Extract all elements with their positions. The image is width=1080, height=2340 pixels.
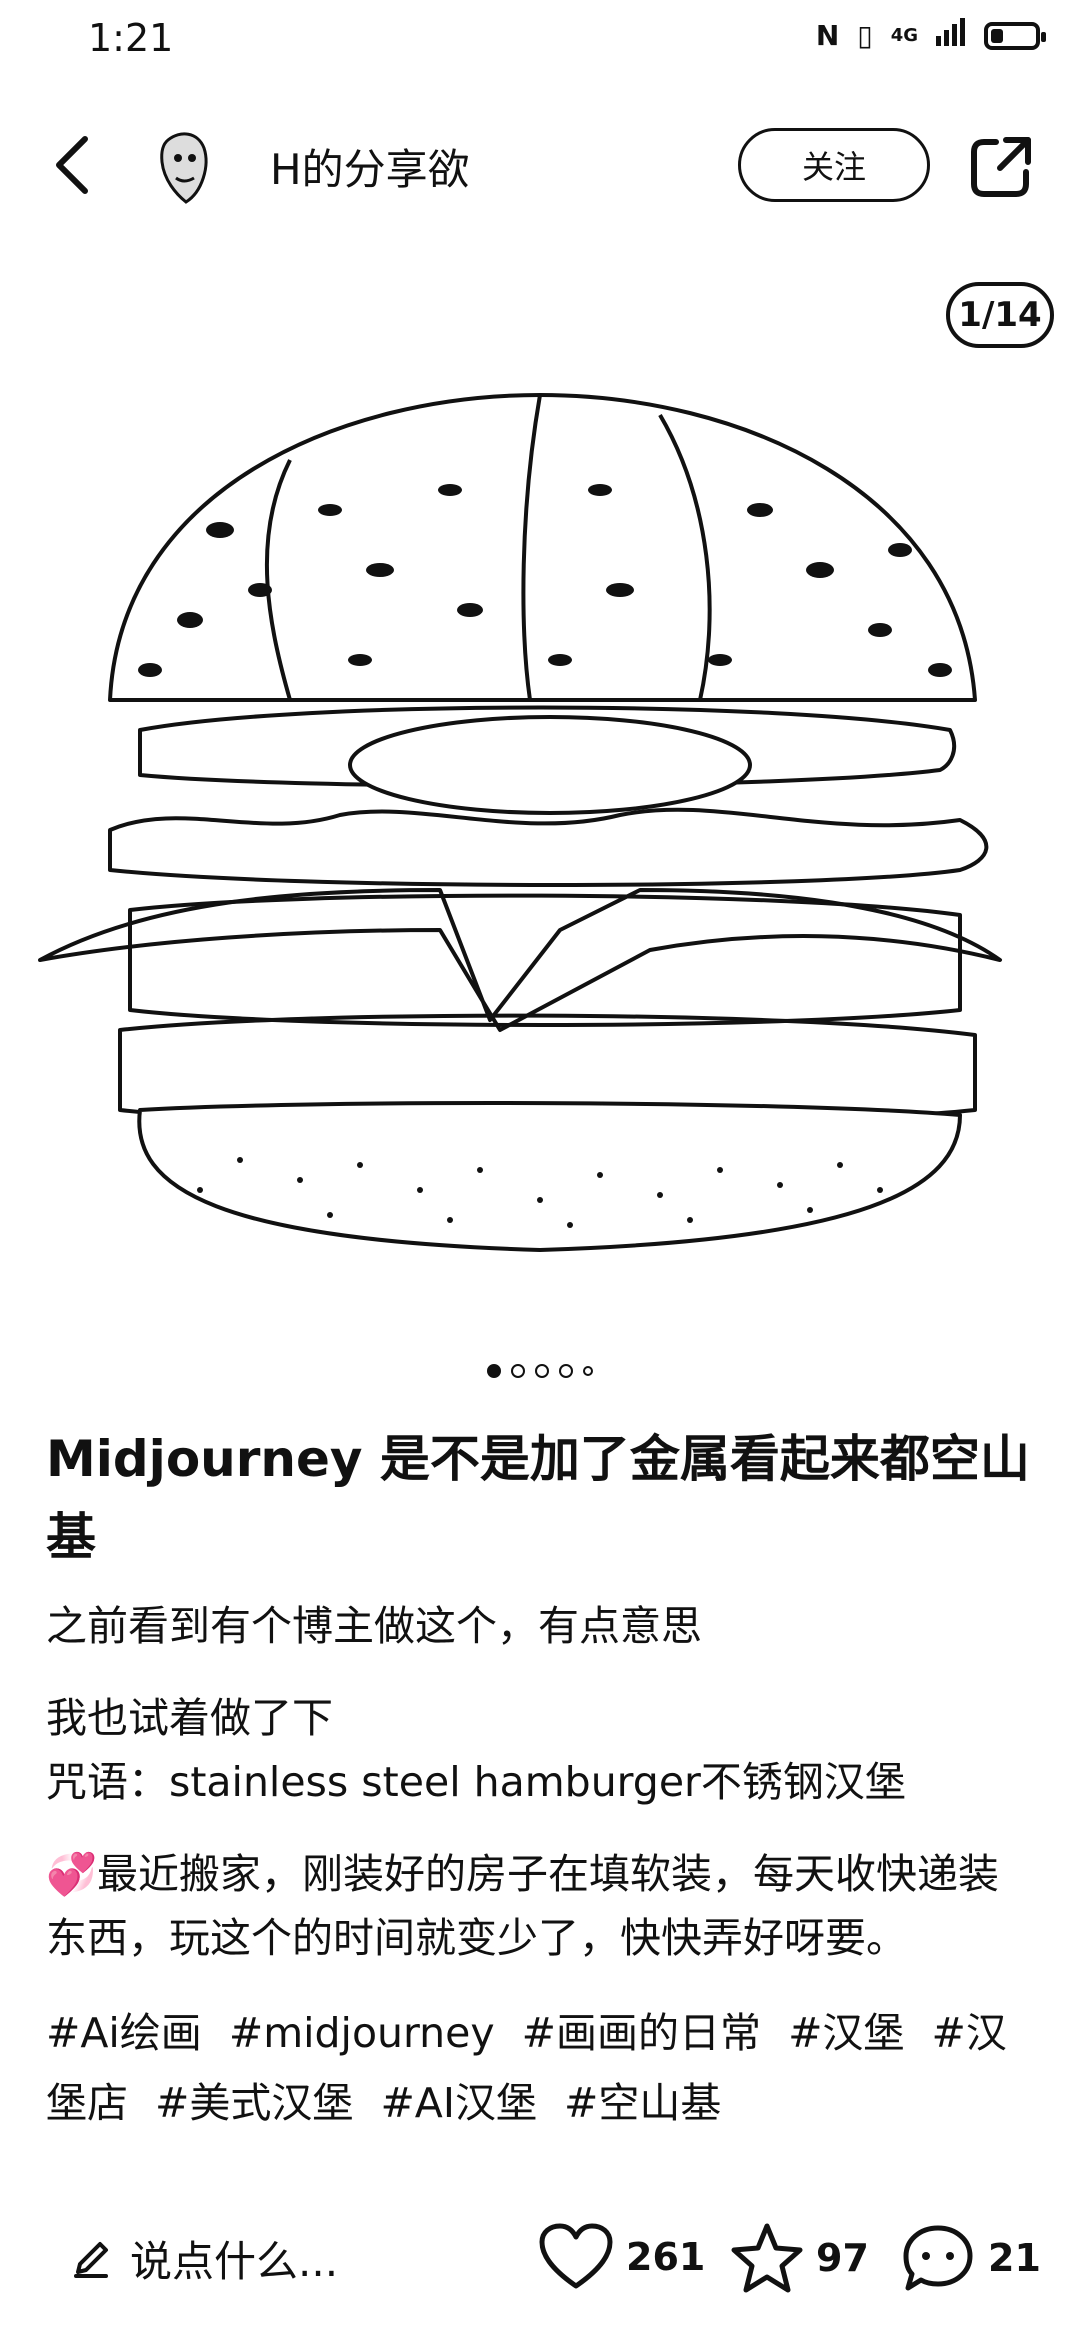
hashtag-link[interactable]: #画画的日常 <box>522 2009 761 2057</box>
comment-button[interactable]: 21 <box>900 2222 1041 2294</box>
image-counter: 1/14 <box>946 282 1054 348</box>
hashtag-link[interactable]: #美式汉堡 <box>155 2079 353 2127</box>
comment-bubble-icon <box>903 2225 973 2291</box>
post-title: Midjourney 是不是加了金属看起来都空山基 <box>46 1430 1030 1566</box>
carousel-dot[interactable] <box>559 1364 573 1378</box>
hashtag-link[interactable]: #Ai绘画 <box>46 2009 202 2057</box>
carousel-dot[interactable] <box>583 1366 593 1376</box>
comment-count: 21 <box>988 2236 1041 2280</box>
vibrate-icon: ▯ <box>857 19 873 52</box>
signal-icon <box>936 18 966 53</box>
follow-button[interactable]: 关注 <box>738 128 930 202</box>
post-paragraph: 💞最近搬家，刚装好的房子在填软装，每天收快递装东西，玩这个的时间就变少了，快快弄… <box>46 1850 1000 1962</box>
comment-placeholder: 说点什么... <box>130 2237 339 2286</box>
back-button[interactable] <box>36 130 106 200</box>
post-image[interactable] <box>0 370 1080 1330</box>
carousel-dots <box>0 1364 1080 1378</box>
avatar[interactable] <box>140 122 228 210</box>
status-time: 1:21 <box>88 16 174 60</box>
like-button[interactable]: 261 <box>538 2222 705 2292</box>
post-line: 咒语：stainless steel hamburger不锈钢汉堡 <box>46 1758 906 1806</box>
like-count: 261 <box>626 2235 706 2279</box>
nfc-icon: N <box>815 19 840 52</box>
carousel-dot[interactable] <box>535 1364 549 1378</box>
carousel-dot[interactable] <box>511 1364 525 1378</box>
hashtag-link[interactable]: #空山基 <box>564 2079 721 2127</box>
post-header: H的分享欲 关注 <box>0 110 1080 230</box>
carousel-dot[interactable] <box>487 1364 501 1378</box>
battery-icon <box>984 21 1046 50</box>
bottom-action-bar: 说点什么... 261 97 21 <box>0 2212 1080 2322</box>
author-name[interactable]: H的分享欲 <box>270 136 470 197</box>
status-icons: N ▯ 4G <box>815 18 1046 53</box>
chevron-left-icon <box>56 136 88 194</box>
heart-icon <box>539 2223 613 2289</box>
favorite-count: 97 <box>816 2236 869 2280</box>
share-button[interactable] <box>966 132 1036 202</box>
hamburger-image <box>38 393 1002 1252</box>
hashtag-link[interactable]: #midjourney <box>229 2009 495 2057</box>
hashtag-link[interactable]: #AI汉堡 <box>380 2079 537 2127</box>
favorite-button[interactable]: 97 <box>730 2222 869 2294</box>
post-paragraph: 我也试着做了下 咒语：stainless steel hamburger不锈钢汉… <box>46 1686 1040 1814</box>
tag-list: #Ai绘画 #midjourney #画画的日常 #汉堡 #汉堡店 #美式汉堡 … <box>46 1998 1040 2138</box>
star-icon <box>731 2223 803 2293</box>
network-label: 4G <box>890 25 918 46</box>
post-content: Midjourney 是不是加了金属看起来都空山基 之前看到有个博主做这个，有点… <box>46 1420 1040 2138</box>
comment-input[interactable]: 说点什么... <box>70 2228 338 2289</box>
post-paragraph: 之前看到有个博主做这个，有点意思 <box>46 1602 702 1650</box>
hashtag-link[interactable]: #汉堡 <box>788 2009 904 2057</box>
share-icon <box>971 137 1031 197</box>
status-bar: 1:21 N ▯ 4G <box>0 0 1080 84</box>
pencil-icon <box>74 2241 108 2278</box>
post-line: 我也试着做了下 <box>46 1694 333 1742</box>
